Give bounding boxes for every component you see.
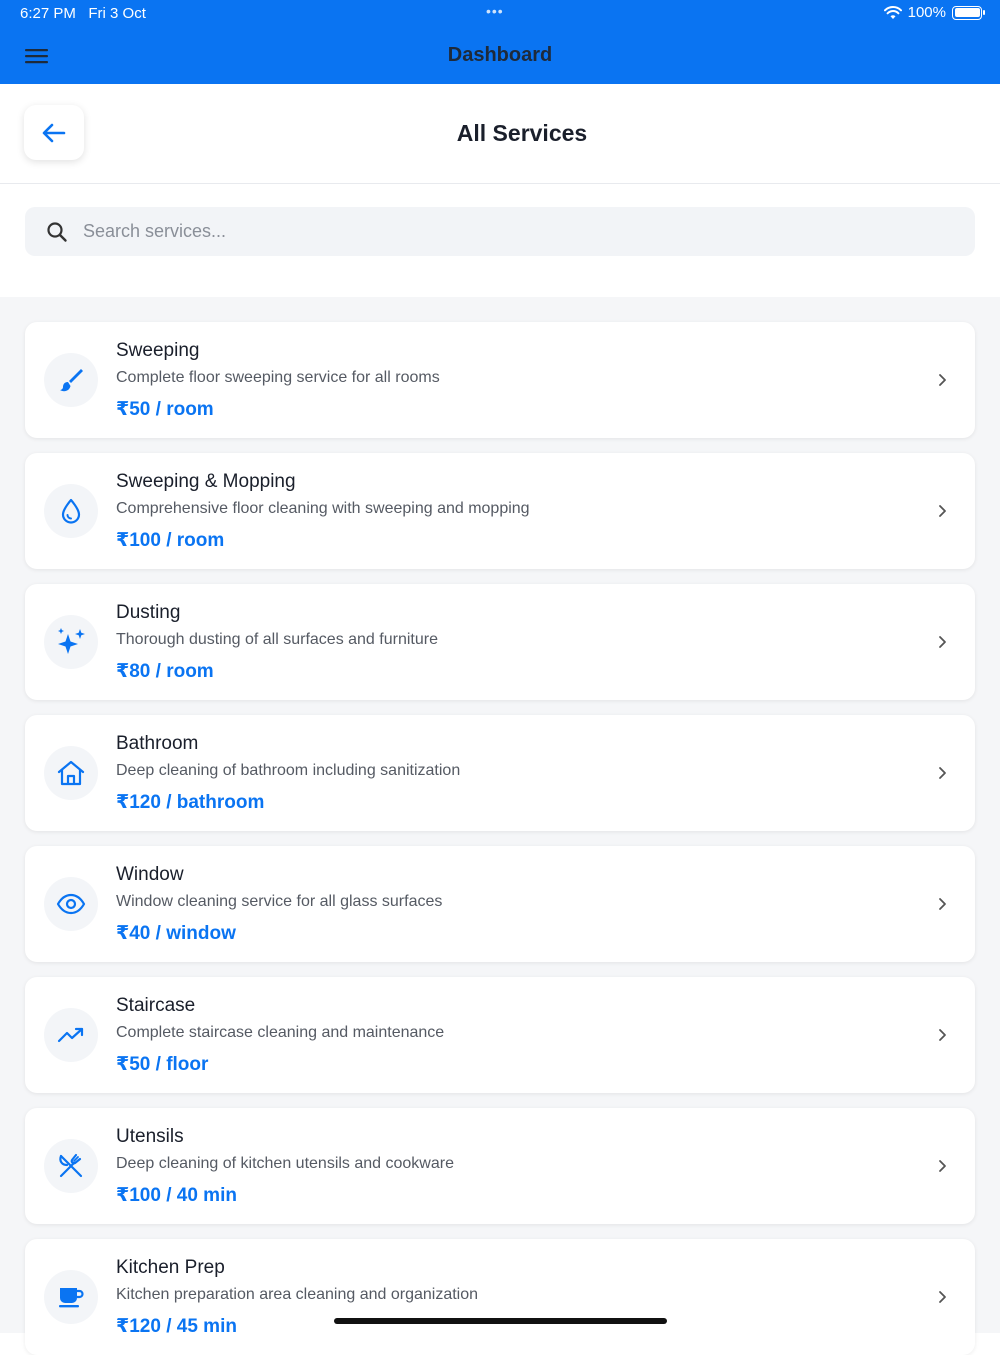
service-name: Bathroom (116, 733, 199, 754)
sparkles-icon (58, 628, 85, 654)
service-description: Comprehensive floor cleaning with sweepi… (116, 500, 530, 517)
utensils-icon (59, 1153, 83, 1178)
service-card-window[interactable]: Window Window cleaning service for all g… (25, 846, 975, 962)
chevron-right-icon (939, 1160, 946, 1172)
service-price: ₹120 / 45 min (116, 1316, 237, 1337)
battery-icon (952, 5, 985, 20)
search-section (0, 185, 1000, 297)
service-description: Deep cleaning of bathroom including sani… (116, 762, 461, 779)
nav-title: Dashboard (447, 44, 553, 66)
service-name: Sweeping & Mopping (116, 471, 296, 492)
home-icon (57, 760, 85, 786)
service-card-kitchen-prep[interactable]: Kitchen Prep Kitchen preparation area cl… (25, 1239, 975, 1355)
service-card-sweeping-mopping[interactable]: Sweeping & Mopping Comprehensive floor c… (25, 453, 975, 569)
multitasking-dots[interactable]: ••• (486, 3, 504, 19)
service-name: Dusting (116, 602, 181, 623)
wifi-icon (883, 5, 902, 19)
service-price: ₹100 / 40 min (116, 1185, 237, 1206)
service-price: ₹50 / room (116, 399, 214, 420)
page-header: All Services (0, 84, 1000, 184)
service-description: Thorough dusting of all surfaces and fur… (116, 631, 438, 648)
service-description: Deep cleaning of kitchen utensils and co… (116, 1155, 454, 1172)
search-icon (47, 221, 67, 242)
service-description: Kitchen preparation area cleaning and or… (116, 1286, 479, 1303)
app-nav-bar: Dashboard (0, 28, 1000, 84)
battery-percent: 100% (907, 4, 946, 21)
search-bar[interactable] (25, 207, 975, 256)
service-card-dusting[interactable]: Dusting Thorough dusting of all surfaces… (25, 584, 975, 700)
service-price: ₹50 / floor (116, 1054, 209, 1075)
search-input[interactable] (83, 221, 943, 242)
service-description: Window cleaning service for all glass su… (116, 893, 443, 910)
chevron-right-icon (939, 505, 946, 517)
service-name: Window (116, 864, 184, 885)
eye-icon (56, 893, 86, 915)
brush-icon (60, 369, 83, 392)
chevron-right-icon (939, 1029, 946, 1041)
service-description: Complete floor sweeping service for all … (116, 369, 440, 386)
chevron-right-icon (939, 898, 946, 910)
service-card-bathroom[interactable]: Bathroom Deep cleaning of bathroom inclu… (25, 715, 975, 831)
chevron-right-icon (939, 767, 946, 779)
chevron-right-icon (939, 636, 946, 648)
page-title: All Services (456, 120, 588, 146)
home-indicator[interactable] (334, 1318, 667, 1324)
droplet-icon (61, 498, 81, 524)
service-card-sweeping[interactable]: Sweeping Complete floor sweeping service… (25, 322, 975, 438)
service-card-utensils[interactable]: Utensils Deep cleaning of kitchen utensi… (25, 1108, 975, 1224)
status-time-date: 6:27 PM Fri 3 Oct (20, 5, 146, 22)
service-name: Sweeping (116, 340, 200, 361)
service-description: Complete staircase cleaning and maintena… (116, 1024, 445, 1041)
service-name: Utensils (116, 1126, 184, 1147)
service-price: ₹40 / window (116, 923, 236, 944)
status-bar: 6:27 PM Fri 3 Oct ••• 100% (0, 0, 1000, 28)
chevron-right-icon (939, 1291, 946, 1303)
service-price: ₹100 / room (116, 530, 225, 551)
services-list: Sweeping Complete floor sweeping service… (0, 297, 1000, 1355)
service-price: ₹120 / bathroom (116, 792, 265, 813)
chevron-right-icon (939, 374, 946, 386)
service-name: Kitchen Prep (116, 1257, 225, 1278)
trending-up-icon (57, 1027, 84, 1043)
service-price: ₹80 / room (116, 661, 214, 682)
cup-icon (59, 1288, 84, 1308)
service-card-staircase[interactable]: Staircase Complete staircase cleaning an… (25, 977, 975, 1093)
service-name: Staircase (116, 995, 196, 1016)
